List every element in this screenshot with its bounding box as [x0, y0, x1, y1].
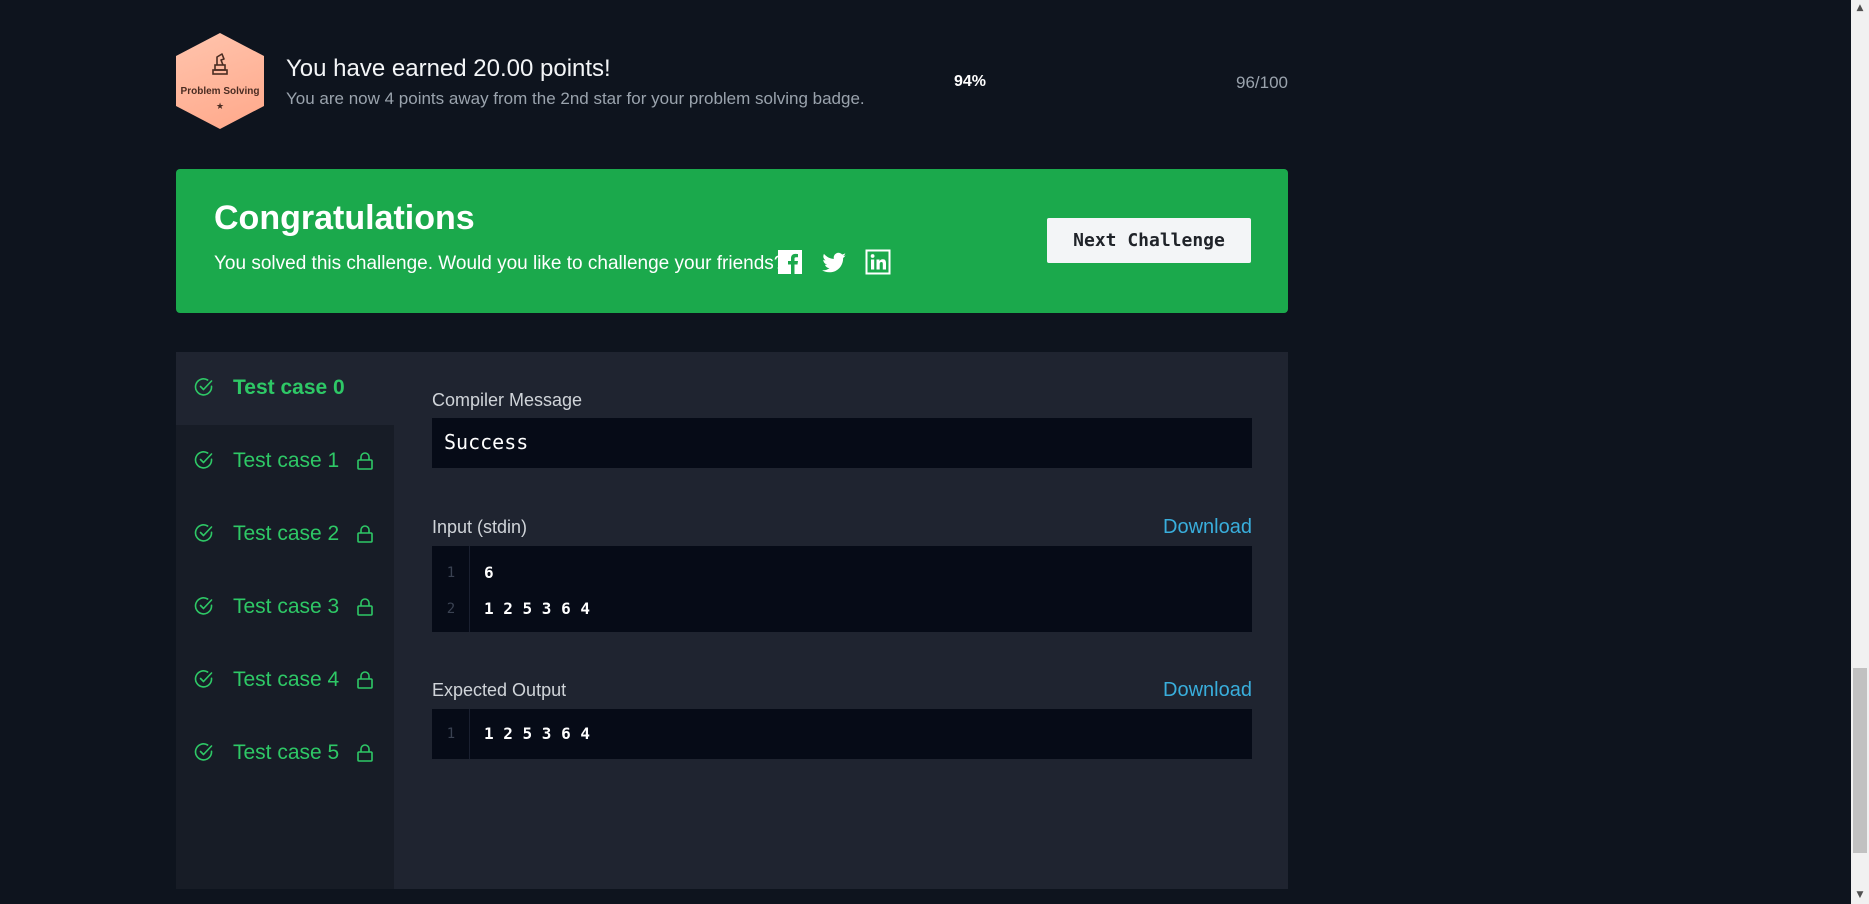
next-challenge-button[interactable]: Next Challenge: [1047, 218, 1251, 263]
test-results-panel: Test case 0 Test case 1 Test case 2 Test…: [176, 352, 1288, 889]
lock-icon: [357, 452, 373, 470]
twitter-icon[interactable]: [821, 249, 847, 275]
input-code-box: 1 6 2 1 2 5 3 6 4: [432, 546, 1252, 632]
check-circle-icon: [194, 597, 213, 615]
expected-download-link[interactable]: Download: [1163, 679, 1252, 702]
lock-icon: [357, 598, 373, 616]
scroll-down-arrow-icon[interactable]: ▼: [1851, 887, 1869, 904]
test-case-tab-5[interactable]: Test case 5: [176, 717, 394, 790]
points-earned-title: You have earned 20.00 points!: [286, 55, 611, 82]
line-number: 1: [446, 565, 456, 581]
compiler-message-label: Compiler Message: [432, 390, 583, 410]
check-circle-icon: [194, 524, 213, 542]
test-case-label: Test case 1: [233, 449, 340, 472]
banner-text: You solved this challenge. Would you lik…: [214, 253, 785, 274]
lock-icon: [357, 525, 373, 543]
expected-output-box: 1 1 2 5 3 6 4: [432, 709, 1252, 759]
compiler-message-text: Success: [444, 430, 529, 454]
facebook-icon[interactable]: [777, 249, 803, 275]
check-circle-icon: [194, 378, 213, 396]
test-case-label: Test case 0: [233, 376, 345, 399]
code-line: 1 2 5 3 6 4: [484, 724, 590, 743]
check-circle-icon: [194, 670, 213, 688]
banner-title: Congratulations: [214, 199, 475, 237]
expected-output-label: Expected Output: [432, 680, 567, 700]
challenge-result-page: Problem Solving ★ You have earned 20.00 …: [0, 0, 1851, 904]
code-line: 6: [484, 563, 494, 582]
test-case-tab-0[interactable]: Test case 0: [176, 352, 394, 425]
badge-progress-bar: [1006, 80, 1370, 84]
test-case-tab-3[interactable]: Test case 3: [176, 571, 394, 644]
input-label: Input (stdin): [432, 517, 528, 537]
test-case-label: Test case 5: [233, 741, 340, 764]
test-case-tab-2[interactable]: Test case 2: [176, 498, 394, 571]
check-circle-icon: [194, 451, 213, 469]
scroll-up-arrow-icon[interactable]: ▲: [1851, 0, 1869, 17]
code-line: 1 2 5 3 6 4: [484, 599, 590, 618]
test-case-label: Test case 3: [233, 595, 340, 618]
test-case-tab-4[interactable]: Test case 4: [176, 644, 394, 717]
line-number: 1: [446, 726, 456, 742]
test-case-list: Test case 0 Test case 1 Test case 2 Test…: [176, 352, 394, 889]
test-case-label: Test case 4: [233, 668, 340, 691]
line-number: 2: [446, 601, 456, 617]
badge-progress-row: Problem Solving ★ You have earned 20.00 …: [176, 33, 1370, 129]
line-number-gutter: [432, 546, 470, 632]
problem-solving-badge: Problem Solving ★: [176, 33, 264, 129]
linkedin-icon[interactable]: [865, 249, 891, 275]
lock-icon: [357, 671, 373, 689]
input-download-link[interactable]: Download: [1163, 516, 1252, 539]
badge-progress-fill: [1006, 80, 1349, 84]
badge-label: Problem Solving: [180, 86, 260, 97]
check-circle-icon: [194, 743, 213, 761]
chess-knight-icon: [212, 53, 228, 75]
lock-icon: [357, 744, 373, 762]
progress-percent: 94%: [954, 73, 987, 90]
page-scrollbar[interactable]: ▲ ▼: [1851, 0, 1869, 904]
scrollbar-thumb[interactable]: [1853, 668, 1867, 853]
badge-star-icon: ★: [215, 101, 225, 111]
compiler-message-box: Success: [432, 418, 1252, 468]
test-case-label: Test case 2: [233, 522, 340, 545]
points-earned-subtitle: You are now 4 points away from the 2nd s…: [286, 89, 865, 108]
test-case-tab-1[interactable]: Test case 1: [176, 425, 394, 498]
congratulations-banner: Congratulations You solved this challeng…: [176, 169, 1288, 313]
badge-score: 96/100: [1236, 73, 1288, 92]
